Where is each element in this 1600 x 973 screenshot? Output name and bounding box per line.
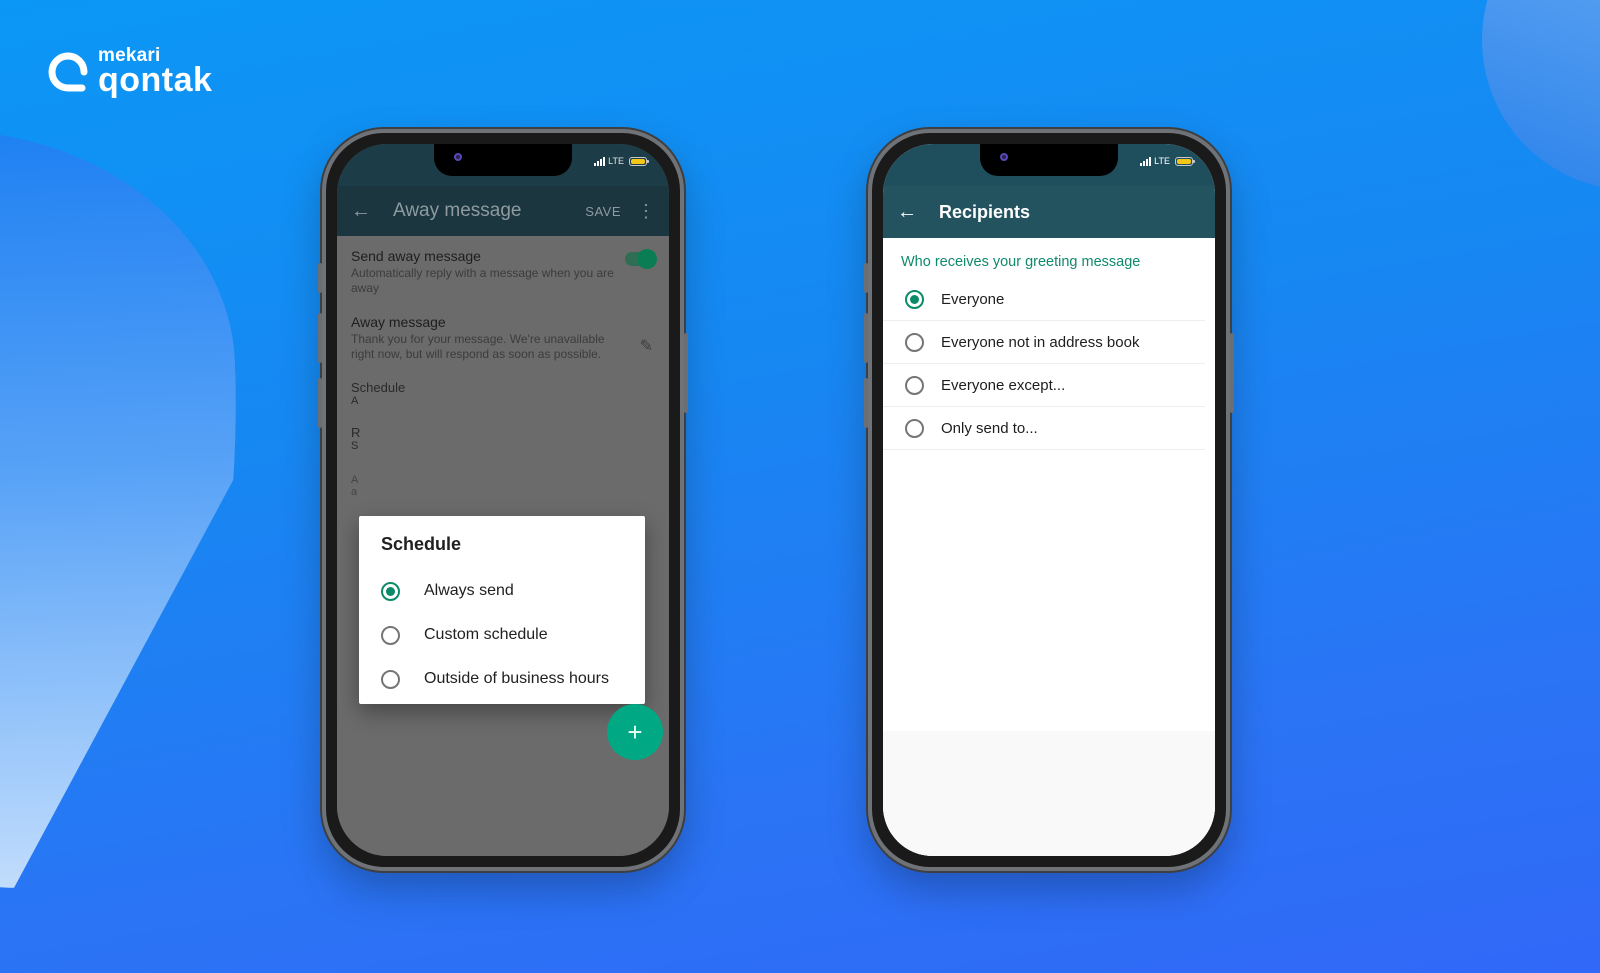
radio-label: Everyone except... (941, 376, 1066, 394)
radio-unselected-icon[interactable] (905, 375, 924, 395)
background-shape-right (1482, 0, 1600, 190)
radio-option-not-in-address-book[interactable]: Everyone not in address book (883, 321, 1205, 364)
phone-side-button (318, 313, 322, 363)
network-label: LTE (1154, 156, 1170, 166)
phone-away-message: LTE ← Away message SAVE ⋮ Send away mess… (318, 129, 688, 871)
battery-icon (1175, 156, 1195, 166)
radio-option-custom-schedule[interactable]: Custom schedule (381, 613, 623, 657)
phone-side-button (864, 378, 868, 428)
setting-schedule-sub-partial: A (351, 395, 359, 407)
setting-subtitle: Thank you for your message. We're unavai… (351, 332, 605, 361)
setting-schedule-partial[interactable]: Schedule (337, 380, 669, 395)
camera-icon (454, 153, 462, 161)
setting-title: Send away message (351, 248, 481, 264)
phone-side-button (864, 263, 868, 293)
camera-icon (1000, 153, 1008, 161)
settings-list: Send away message Automatically reply wi… (337, 236, 669, 856)
radio-unselected-icon[interactable] (381, 625, 400, 645)
radio-option-outside-business-hours[interactable]: Outside of business hours (381, 657, 623, 701)
phone-side-button (864, 313, 868, 363)
phone-notch (434, 144, 572, 176)
more-vertical-icon[interactable]: ⋮ (637, 201, 655, 222)
setting-away-message[interactable]: Away message Thank you for your message.… (337, 296, 669, 362)
phone-side-button (318, 263, 322, 293)
arrow-left-icon[interactable]: ← (897, 201, 939, 224)
footer-text-partial: a (351, 486, 358, 498)
radio-option-always-send[interactable]: Always send (381, 569, 623, 613)
signal-bars-icon (594, 156, 606, 166)
add-fab-button[interactable]: + (607, 704, 663, 760)
radio-option-everyone[interactable]: Everyone (883, 278, 1205, 321)
phone-recipients: LTE ← Recipients Who receives your greet… (864, 129, 1234, 871)
footer-text-partial: A (351, 474, 359, 486)
network-label: LTE (608, 156, 624, 166)
app-bar: ← Away message SAVE ⋮ (337, 186, 669, 236)
setting-recipients-partial[interactable]: R (337, 425, 669, 440)
background-shape-left (0, 120, 253, 899)
radio-label: Everyone not in address book (941, 333, 1140, 351)
phone-notch (980, 144, 1118, 176)
section-label: Who receives your greeting message (901, 254, 1141, 270)
save-button[interactable]: SAVE (585, 204, 621, 219)
phone-screen: LTE ← Away message SAVE ⋮ Send away mess… (337, 144, 669, 856)
pencil-icon[interactable]: ✎ (640, 336, 653, 356)
radio-option-everyone-except[interactable]: Everyone except... (883, 364, 1205, 407)
page-title: Recipients (939, 201, 1031, 222)
qontak-logo-icon (48, 52, 88, 92)
radio-selected-icon[interactable] (905, 289, 924, 309)
radio-label: Only send to... (941, 419, 1038, 437)
radio-label: Outside of business hours (424, 670, 609, 687)
setting-title: Away message (351, 314, 446, 330)
setting-send-away-message[interactable]: Send away message Automatically reply wi… (337, 236, 669, 296)
phone-side-button (318, 378, 322, 428)
signal-bars-icon (1140, 156, 1152, 166)
brand-name: qontak (98, 61, 213, 99)
page-title: Away message (393, 200, 522, 221)
radio-label: Always send (424, 582, 514, 599)
dialog-title: Schedule (381, 534, 462, 554)
phone-power-button (1230, 333, 1234, 413)
app-bar: ← Recipients (883, 186, 1215, 238)
radio-unselected-icon[interactable] (381, 669, 400, 689)
radio-unselected-icon[interactable] (905, 418, 924, 438)
setting-recipients-sub-partial: S (351, 440, 359, 452)
phone-screen: LTE ← Recipients Who receives your greet… (883, 144, 1215, 856)
screen-footer-area (883, 731, 1215, 856)
plus-icon: + (627, 716, 643, 747)
arrow-left-icon[interactable]: ← (351, 200, 393, 223)
schedule-dialog: Schedule Always send Custom schedule Out… (359, 516, 645, 704)
setting-subtitle: Automatically reply with a message when … (351, 266, 614, 295)
radio-selected-icon[interactable] (381, 581, 400, 601)
radio-unselected-icon[interactable] (905, 332, 924, 352)
radio-label: Everyone (941, 290, 1005, 308)
battery-icon (629, 156, 649, 166)
radio-option-only-send-to[interactable]: Only send to... (883, 407, 1205, 450)
phone-power-button (684, 333, 688, 413)
radio-label: Custom schedule (424, 626, 548, 643)
send-away-toggle[interactable] (625, 249, 657, 269)
brand-logo: mekari qontak (48, 46, 212, 97)
